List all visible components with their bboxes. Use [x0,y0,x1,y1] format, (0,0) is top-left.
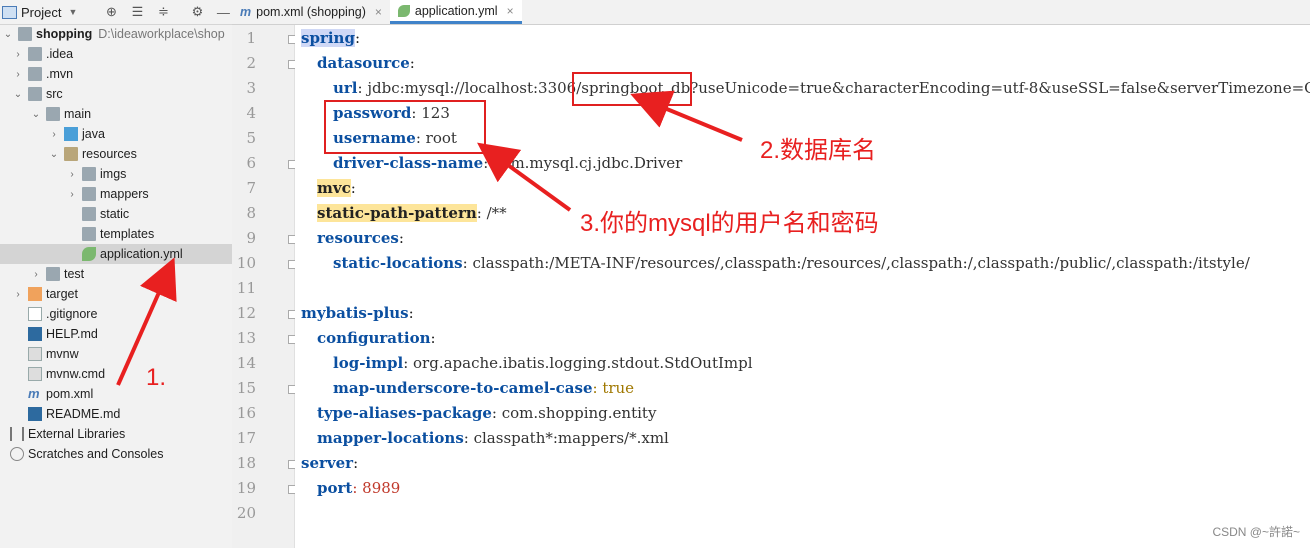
arrow-to-db-name [630,90,743,142]
annotation-arrows [116,90,743,386]
annotation-step-1: 1. [146,364,167,391]
watermark: CSDN @~許諾~ [1212,525,1300,539]
arrow-to-credentials [477,142,572,212]
annotation-step-2: 2.数据库名 [760,137,877,164]
annotation-step-3: 3.你的mysql的用户名和密码 [580,210,879,237]
